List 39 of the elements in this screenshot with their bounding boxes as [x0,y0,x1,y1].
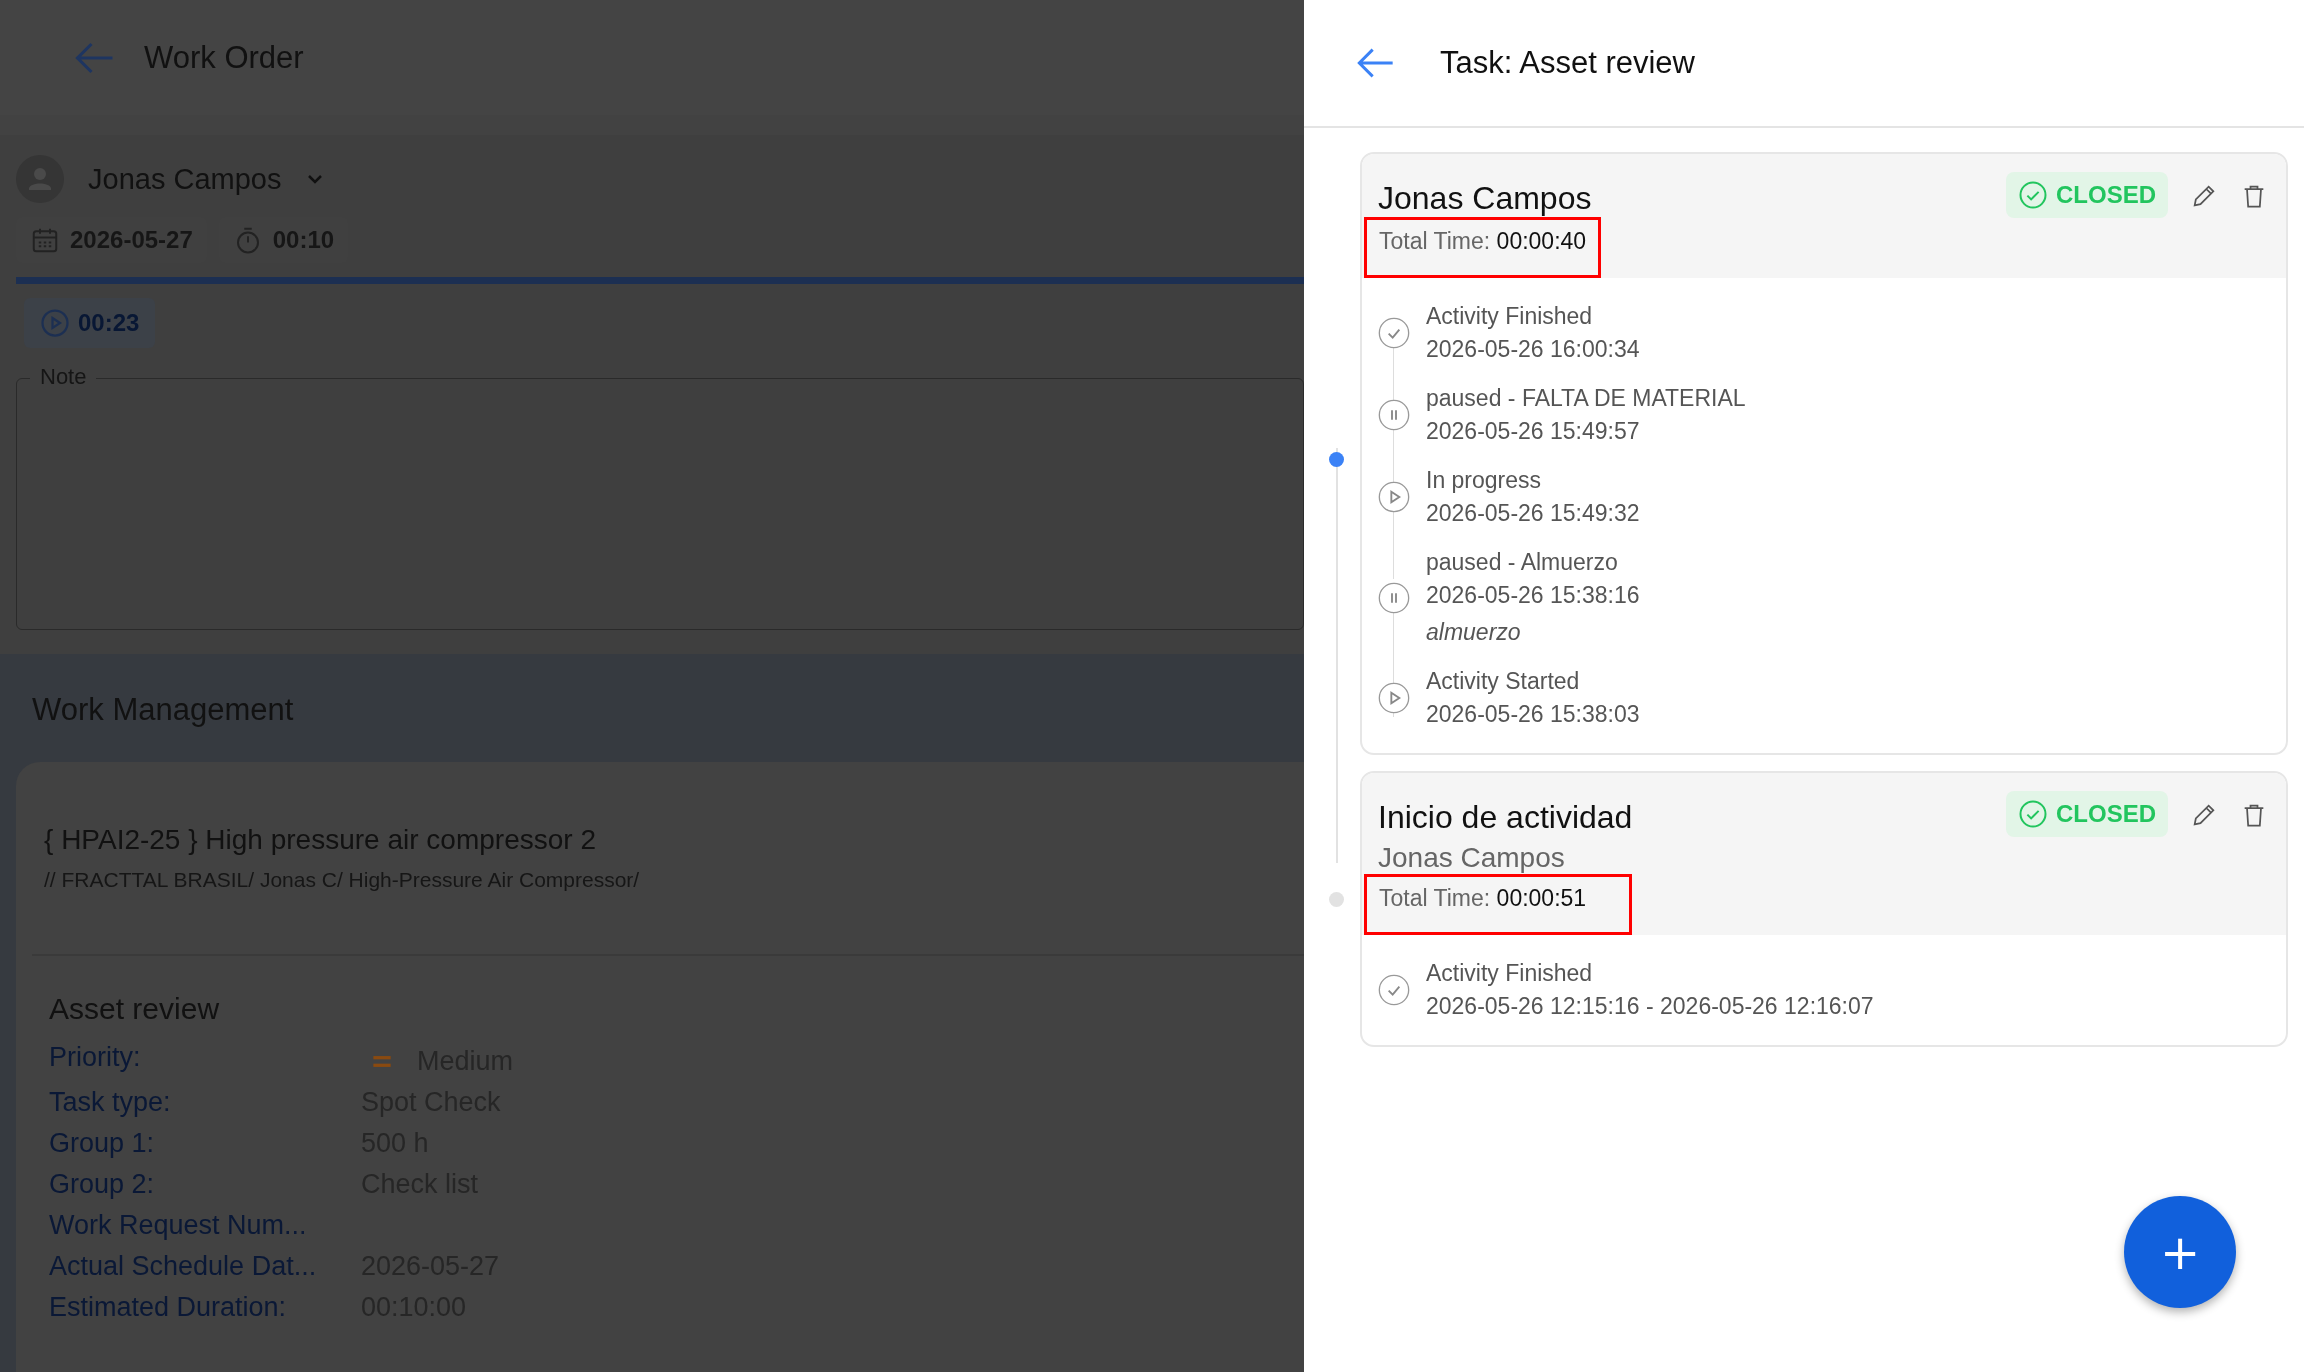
field-label: Estimated Duration: [49,1290,288,1324]
panel-title: Task: Asset review [1440,45,1695,81]
event-time: 2026-05-26 15:49:57 [1426,417,1641,446]
event-time: 2026-05-26 15:38:03 [1426,700,1640,729]
field-label: Task type: [49,1085,172,1119]
card-title: Inicio de actividad [1377,798,1633,836]
event-note: almuerzo [1426,618,1522,647]
priority-icon [371,1054,393,1068]
check-circle-icon [1378,317,1410,349]
card-title: Jonas Campos [1377,179,1593,217]
check-circle-icon [2018,180,2048,210]
field-label: Actual Schedule Dat... [49,1249,318,1283]
event-title: Activity Started [1426,667,1581,696]
play-circle-icon [1378,682,1410,714]
field-label: Group 1: [49,1126,156,1160]
field-label: Work Request Num... [49,1208,308,1242]
event-title: Activity Finished [1426,959,1594,988]
check-circle-icon [2018,799,2048,829]
check-circle-icon [1378,974,1410,1006]
pause-circle-icon [1378,581,1410,614]
pause-circle-icon [1378,399,1410,431]
event-title: In progress [1426,466,1543,495]
event-time: 2026-05-26 16:00:34 [1426,335,1640,364]
field-label: Group 2: [49,1167,156,1201]
play-circle-icon [1378,481,1410,513]
event-time: 2026-05-26 15:49:32 [1426,499,1640,528]
total-time: Total Time: 00:00:40 [1379,228,1587,255]
total-time: Total Time: 00:00:51 [1379,885,1588,912]
event-time: 2026-05-26 15:38:16 [1426,581,1640,610]
event-time: 2026-05-26 12:15:16 - 2026-05-26 12:16:07 [1426,992,1874,1021]
field-label: Priority: [49,1040,142,1074]
play-icon [40,308,70,338]
card-subtitle: Jonas Campos [1377,841,1566,874]
add-button[interactable]: + [2124,1196,2236,1308]
event-title: Activity Finished [1426,302,1594,331]
event-title: paused - FALTA DE MATERIAL [1426,384,1746,413]
status-badge: CLOSED [2006,172,2168,218]
status-badge: CLOSED [2006,791,2168,837]
event-title: paused - Almuerzo [1426,548,1619,577]
